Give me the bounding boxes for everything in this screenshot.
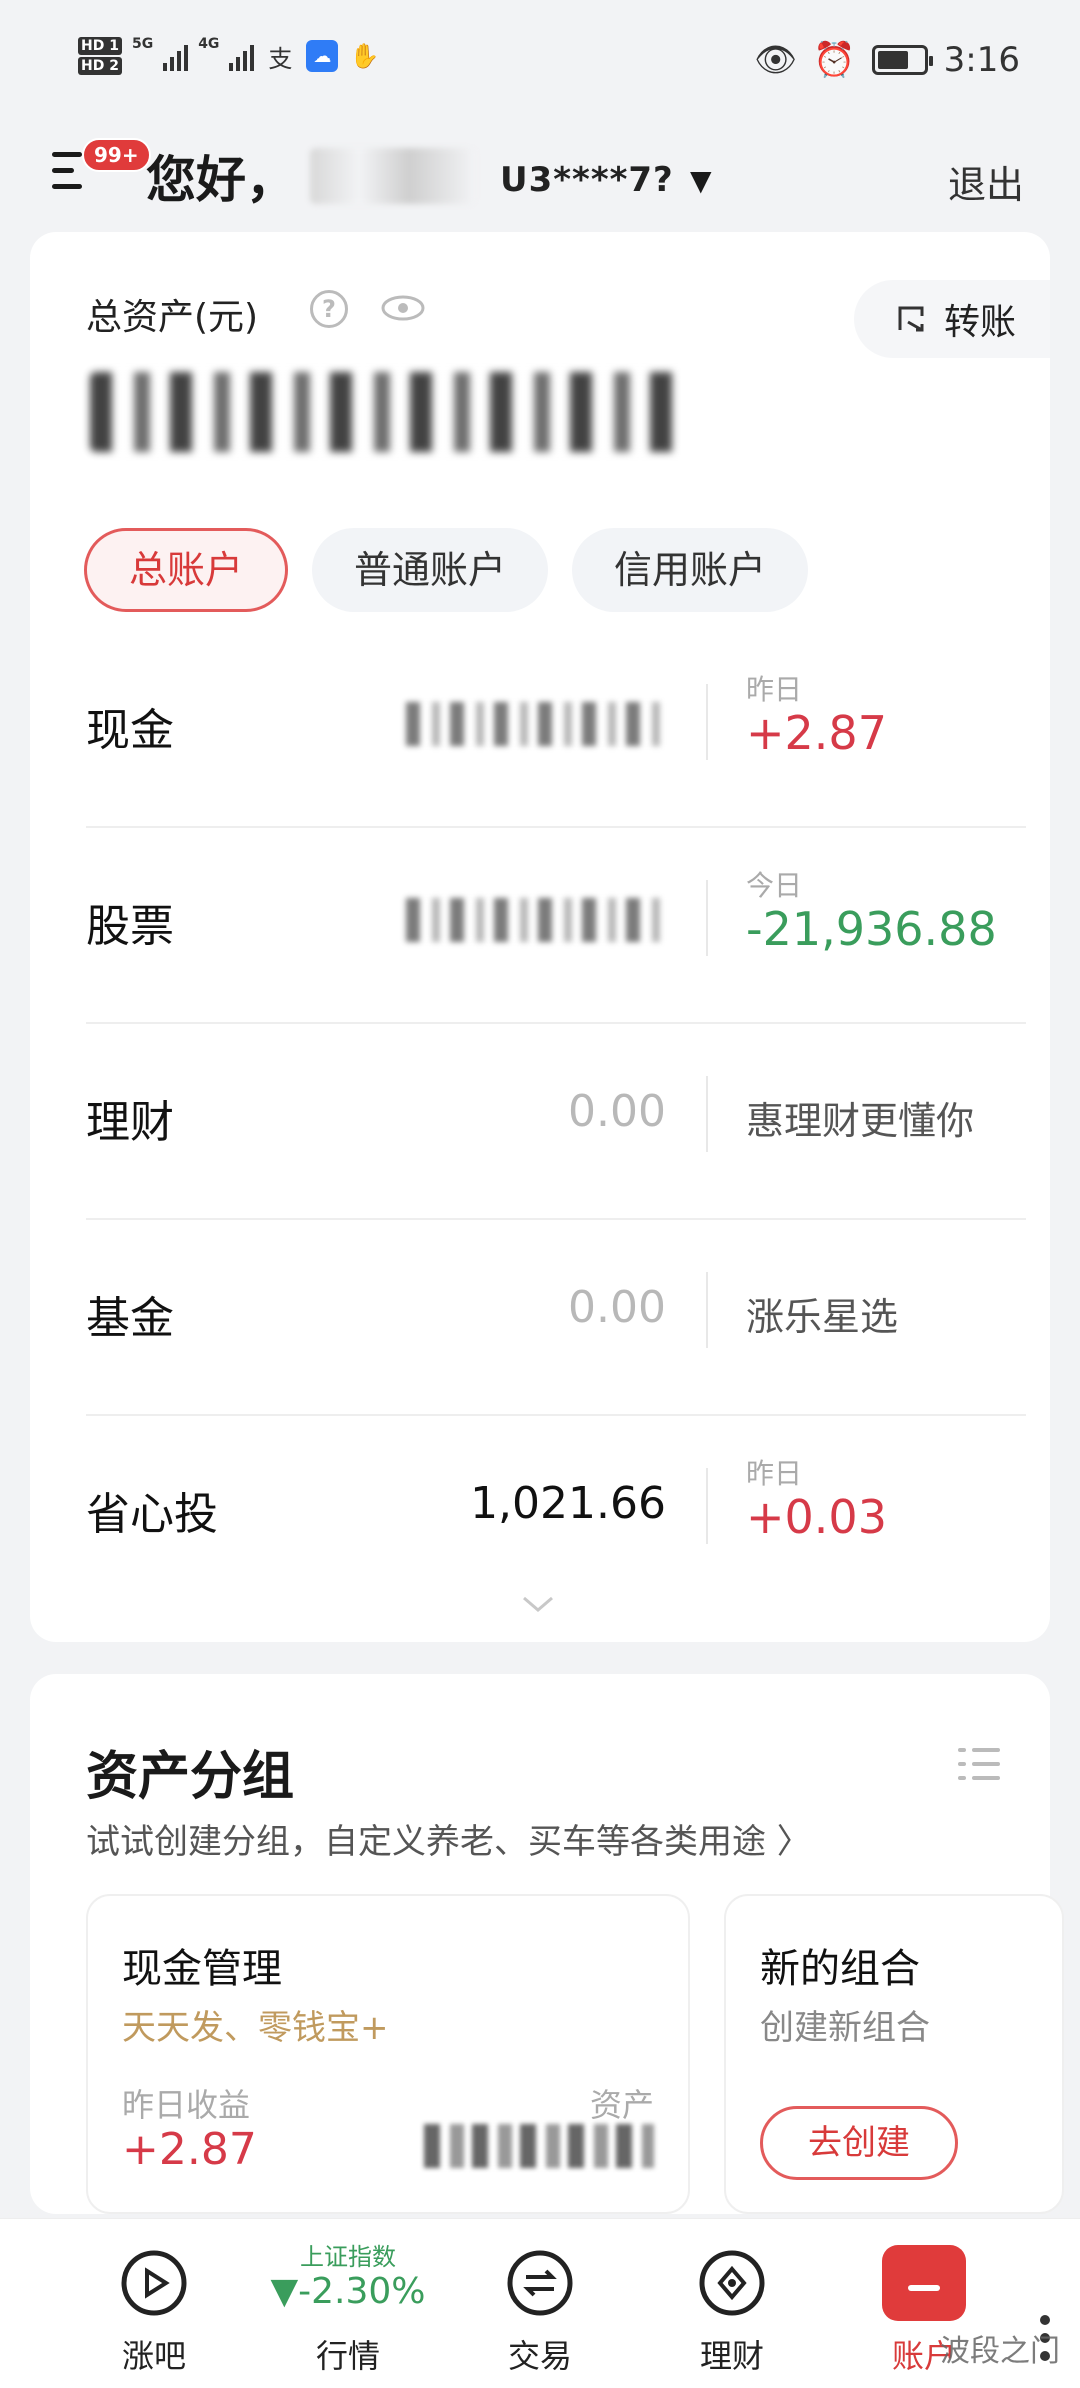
divider [706, 1076, 708, 1152]
watermark: 波段之门 [940, 2334, 1060, 2369]
new-portfolio-card[interactable]: 新的组合 创建新组合 去创建 [724, 1894, 1064, 2214]
row-period: 昨日 [746, 673, 803, 706]
nav-label: 交易 [507, 2337, 572, 2375]
transfer-button[interactable]: 转账 [854, 280, 1050, 358]
hand-icon: ✋ [349, 42, 380, 70]
row-label: 股票 [86, 901, 174, 952]
row-label: 基金 [86, 1293, 174, 1344]
network-4g-label: 4G [198, 36, 220, 52]
total-assets-label: 总资产(元) [86, 297, 259, 338]
signal-icon [163, 41, 189, 71]
card-title: 现金管理 [122, 1946, 282, 1992]
play-circle-icon [121, 2250, 187, 2316]
exchange-icon [507, 2250, 573, 2316]
status-bar: HD 1 HD 2 5G 4G 支 ☁ ✋ 👁 ⏰ 3:16 [0, 0, 1080, 120]
battery-icon [871, 45, 933, 75]
chevron-down-icon[interactable]: ▼ [690, 164, 712, 197]
card-desc: 创建新组合 [760, 2008, 930, 2048]
clock: 3:16 [943, 40, 1020, 80]
logout-button[interactable]: 退出 [948, 154, 1024, 209]
cash-management-card[interactable]: 现金管理 天天发、零钱宝+ 昨日收益 +2.87 资产 [86, 1894, 690, 2214]
nav-label: 涨吧 [121, 2337, 186, 2375]
yield-value: +2.87 [122, 2124, 257, 2175]
index-name: 上证指数 [300, 2243, 396, 2271]
row-period: 今日 [746, 869, 803, 902]
chevron-down-icon[interactable] [520, 1594, 556, 1614]
row-period: 昨日 [746, 1457, 803, 1490]
row-label: 理财 [86, 1097, 174, 1148]
cloud-icon: ☁ [306, 40, 339, 72]
help-icon[interactable]: ? [310, 290, 348, 328]
asset-group-card: 资产分组 试试创建分组，自定义养老、买车等各类用途 〉 现金管理 天天发、零钱宝… [30, 1674, 1064, 2214]
row-promo[interactable]: 涨乐星选 [746, 1286, 898, 1341]
greeting: 您好， [146, 151, 296, 209]
bottom-nav: 涨吧 上证指数 ▼-2.30% 行情 交易 理财 账户 波段之门 [0, 2218, 1080, 2388]
row-change: +0.03 [746, 1490, 887, 1544]
alarm-icon: ⏰ [813, 40, 856, 80]
asset-card: 总资产(元) ? 转账 总账户 普通账户 信用账户 现金 昨日 +2.87 股票… [30, 232, 1050, 1642]
divider [706, 880, 708, 956]
asset-row-wealth[interactable]: 理财 0.00 惠理财更懂你 [86, 1024, 1026, 1220]
asset-row-stocks[interactable]: 股票 今日 -21,936.88 [86, 828, 1026, 1024]
asset-label: 资产 [589, 2086, 654, 2124]
card-title: 新的组合 [760, 1946, 920, 1992]
row-label: 省心投 [86, 1489, 218, 1540]
row-promo[interactable]: 惠理财更懂你 [746, 1090, 974, 1145]
signal-icon [229, 41, 255, 71]
account-tabs: 总账户 普通账户 信用账户 [84, 528, 809, 612]
group-subtitle-link[interactable]: 试试创建分组，自定义养老、买车等各类用途 〉 [86, 1814, 811, 1863]
row-label: 现金 [86, 705, 174, 756]
create-button[interactable]: 去创建 [760, 2106, 958, 2180]
divider [706, 1468, 708, 1544]
divider [706, 1272, 708, 1348]
tab-total-account[interactable]: 总账户 [84, 528, 289, 612]
app-header: 99+ 您好， U3****7? ▼ 退出 [0, 120, 1080, 230]
card-desc: 天天发、零钱宝+ [122, 2008, 389, 2048]
divider [706, 684, 708, 760]
account-icon [882, 2245, 966, 2321]
nav-trade[interactable]: 交易 [450, 2219, 630, 2388]
asset-rows: 现金 昨日 +2.87 股票 今日 -21,936.88 理财 0.00 惠理财… [86, 632, 1026, 1612]
tab-credit-account[interactable]: 信用账户 [572, 528, 809, 612]
nav-market[interactable]: 上证指数 ▼-2.30% 行情 [258, 2219, 438, 2388]
row-change: -21,936.88 [746, 902, 997, 956]
account-id[interactable]: U3****7? [500, 160, 674, 200]
masked-value [406, 702, 666, 746]
masked-total-assets [90, 372, 690, 452]
notification-badge[interactable]: 99+ [82, 138, 151, 172]
masked-asset-value [424, 2124, 654, 2168]
eye-icon[interactable] [380, 292, 426, 324]
tab-normal-account[interactable]: 普通账户 [312, 528, 549, 612]
asset-row-cash[interactable]: 现金 昨日 +2.87 [86, 632, 1026, 828]
diamond-icon [699, 2250, 765, 2316]
asset-row-smart-invest[interactable]: 省心投 1,021.66 昨日 +0.03 [86, 1416, 1026, 1612]
nav-wealth[interactable]: 理财 [642, 2219, 822, 2388]
eye-comfort-icon: 👁 [754, 40, 798, 80]
list-icon[interactable] [958, 1746, 1000, 1782]
transfer-label: 转账 [944, 302, 1017, 343]
row-value: 0.00 [568, 1086, 666, 1137]
masked-user-name [310, 148, 475, 204]
masked-value [406, 898, 666, 942]
row-change: +2.87 [746, 706, 887, 760]
row-value: 0.00 [568, 1282, 666, 1333]
row-value: 1,021.66 [470, 1478, 666, 1529]
nav-zhangba[interactable]: 涨吧 [64, 2219, 244, 2388]
asset-row-funds[interactable]: 基金 0.00 涨乐星选 [86, 1220, 1026, 1416]
network-5g-label: 5G [131, 36, 154, 52]
hd-indicator: HD 1 HD 2 [78, 36, 122, 76]
alipay-icon: 支 [268, 44, 293, 73]
nav-label: 行情 [315, 2337, 380, 2375]
group-title: 资产分组 [86, 1747, 295, 1807]
index-change: ▼-2.30% [270, 2271, 426, 2312]
transfer-icon [898, 306, 924, 332]
nav-label: 理财 [699, 2337, 764, 2375]
yield-label: 昨日收益 [122, 2086, 251, 2124]
